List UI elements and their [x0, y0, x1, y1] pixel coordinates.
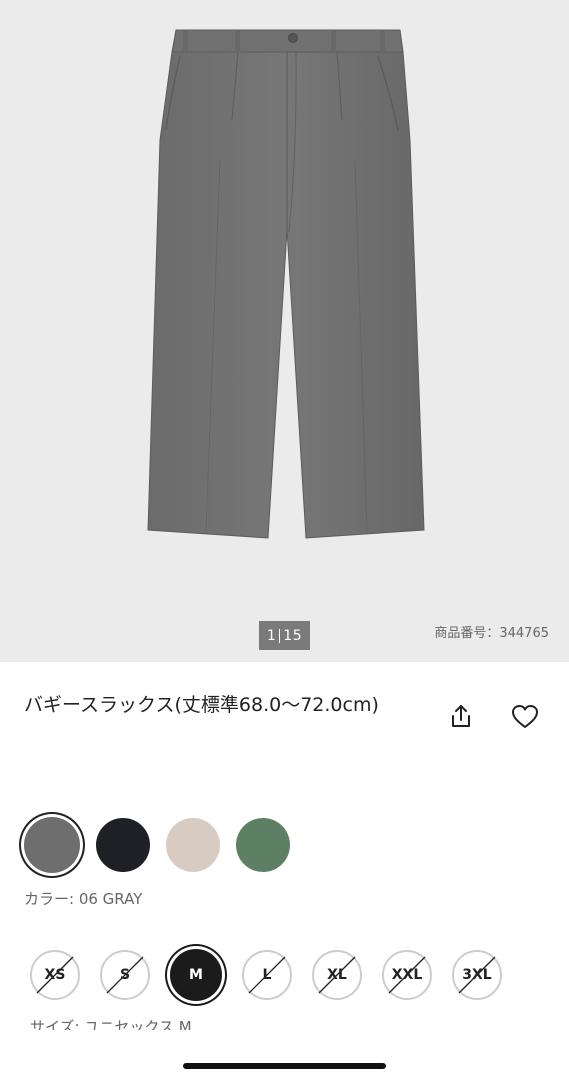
pager-total: 15 — [283, 627, 303, 644]
color-swatch-green[interactable] — [236, 818, 290, 872]
color-label: カラー: 06 GRAY — [24, 890, 143, 908]
size-option-l[interactable]: L — [242, 950, 292, 1000]
pager-current: 1 — [266, 627, 277, 644]
color-swatch-beige[interactable] — [166, 818, 220, 872]
unavailable-slash-icon — [458, 956, 496, 994]
pager-separator — [279, 628, 281, 643]
unavailable-slash-icon — [318, 956, 356, 994]
unavailable-slash-icon — [388, 956, 426, 994]
color-swatches — [24, 817, 306, 873]
image-pager: 1 15 — [259, 621, 310, 650]
product-gallery[interactable]: 1 15 商品番号：344765 — [0, 0, 569, 662]
size-option-s[interactable]: S — [100, 950, 150, 1000]
home-indicator[interactable] — [183, 1063, 386, 1069]
share-button[interactable] — [447, 703, 475, 731]
unavailable-slash-icon — [248, 956, 286, 994]
size-option-xl[interactable]: XL — [312, 950, 362, 1000]
product-number: 商品番号：344765 — [434, 626, 549, 641]
product-title-area: バギースラックス(丈標準68.0～72.0cm) — [24, 688, 424, 722]
size-option-xxl[interactable]: XXL — [382, 950, 432, 1000]
color-swatch-black[interactable] — [96, 818, 150, 872]
size-option-3xl[interactable]: 3XL — [452, 950, 502, 1000]
size-options: XS S M L XL XXL 3XL — [30, 949, 522, 1001]
favorite-button[interactable] — [510, 703, 540, 731]
unavailable-slash-icon — [106, 956, 144, 994]
product-title: バギースラックス(丈標準68.0～72.0cm) — [24, 694, 379, 716]
unavailable-slash-icon — [36, 956, 74, 994]
product-image[interactable] — [0, 0, 569, 662]
size-option-xs[interactable]: XS — [30, 950, 80, 1000]
size-label-m: M — [189, 967, 203, 983]
size-option-m[interactable]: M — [170, 949, 222, 1001]
color-swatch-gray[interactable] — [24, 817, 80, 873]
size-label: サイズ: ユニセックス M — [30, 1018, 192, 1030]
heart-icon — [512, 705, 538, 728]
share-icon — [452, 705, 470, 727]
